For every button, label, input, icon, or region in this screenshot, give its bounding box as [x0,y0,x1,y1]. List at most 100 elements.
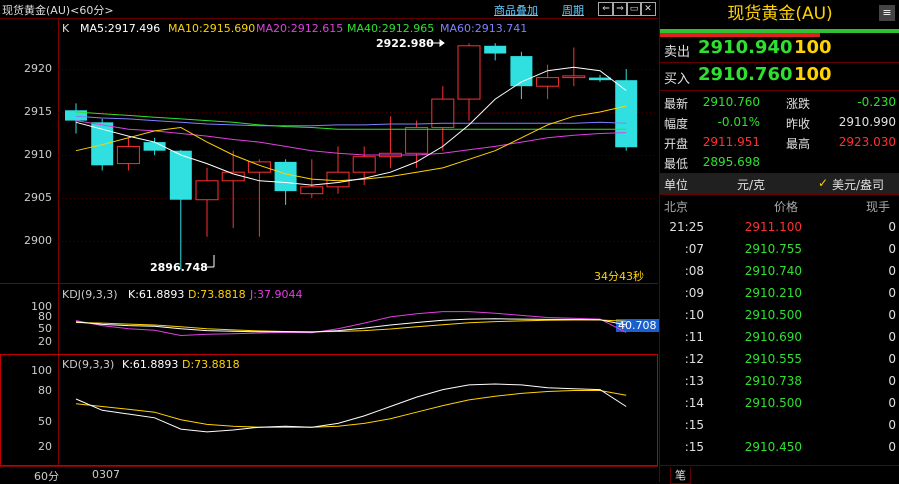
tick-time: :08 [684,264,704,278]
tick-price: 2911.100 [744,220,802,234]
kd-d-line [75,390,627,428]
tick-qty: 0 [888,220,896,234]
tick-row: :13 2910.738 0 [660,372,899,392]
stat-row: 幅度 -0.01% 昨收 2910.990 [660,113,899,133]
stat-value: 2911.951 [702,135,760,149]
sell-quantity: 100 [794,37,832,58]
menu-icon[interactable]: ≡ [879,5,895,21]
candle-up [221,150,245,229]
unit-label: 单位 [664,178,689,192]
candle-up [195,167,219,237]
tick-qty: 0 [888,352,896,366]
kline-chart[interactable] [0,0,658,482]
tick-row: :15 2910.450 0 [660,438,899,458]
sell-label: 卖出 [664,45,691,60]
tick-row: :11 2910.690 0 [660,328,899,348]
tick-header: 北京 价格 现手 [660,196,899,216]
stat-row: 最新 2910.760 涨跌 -0.230 [660,93,899,113]
stat-label: 最新 [664,97,689,111]
candle-up [405,120,429,168]
kdj-j-line [75,311,627,337]
stat-label: 昨收 [786,117,811,131]
tick-qty: 0 [888,242,896,256]
candle-down [510,51,533,100]
candle-down [484,43,507,61]
tick-qty: 0 [888,396,896,410]
tick-time: :12 [684,352,704,366]
tick-qty: 0 [888,440,896,454]
unit-bar: 单位 元/克 ✓ 美元/盎司 [660,173,899,195]
tick-row: :12 2910.555 0 [660,350,899,370]
tick-row: :15 0 [660,416,899,436]
tick-qty: 0 [888,308,896,322]
buy-quantity: 100 [794,64,832,85]
tick-row: :09 2910.210 0 [660,284,899,304]
stat-row: 最低 2895.698 [660,153,899,173]
tick-time: 21:25 [669,220,704,234]
tick-price: 2910.690 [744,330,802,344]
grid-lines [58,69,658,242]
stat-value: 2895.698 [702,155,760,169]
unit-option[interactable]: 美元/盎司 [832,176,884,193]
candle-up [247,159,271,237]
stat-value: -0.01% [717,115,760,129]
candle-down [169,149,192,270]
quote-panel: 现货黄金(AU) ≡ 卖出 2910.940 100 买入 2910.760 1… [659,0,899,484]
candle-down [65,103,87,134]
tick-price: 2910.210 [744,286,802,300]
stat-label: 幅度 [664,117,689,131]
buy-label: 买入 [664,72,691,87]
candle-up [457,43,481,121]
stat-label: 涨跌 [786,97,811,111]
check-icon: ✓ [818,176,829,190]
candle-up [116,137,140,171]
tick-qty: 0 [888,374,896,388]
tick-qty: 0 [888,330,896,344]
tick-price: 2910.500 [744,308,802,322]
tick-qty: 0 [888,286,896,300]
tick-row: 21:25 2911.100 0 [660,218,899,238]
tick-price: 2910.555 [744,352,802,366]
stat-label: 开盘 [664,137,689,151]
candle-down [615,69,638,151]
buy-price: 2910.760 [698,64,793,85]
tick-time: :10 [684,308,704,322]
buy-row: 买入 2910.760 100 [660,63,899,91]
tick-price: 2910.500 [744,396,802,410]
tick-header-qty: 现手 [866,200,891,214]
bottom-tabs: 笔 [660,465,899,484]
tick-row: :07 2910.755 0 [660,240,899,260]
tick-qty: 0 [888,418,896,432]
tick-price: 2910.755 [744,242,802,256]
stat-value: 2910.990 [838,115,896,129]
tick-price: 2910.740 [744,264,802,278]
tick-time: :07 [684,242,704,256]
trades-tab[interactable]: 笔 [670,467,691,484]
tick-qty: 0 [888,264,896,278]
tick-row: :08 2910.740 0 [660,262,899,282]
stat-label: 最低 [664,157,689,171]
tick-time: :09 [684,286,704,300]
tick-header-time: 北京 [664,200,689,214]
stat-value: -0.230 [857,95,896,109]
sell-price: 2910.940 [698,37,793,58]
stat-value: 2923.030 [838,135,896,149]
tick-time: :11 [684,330,704,344]
quote-title: 现货黄金(AU) [727,4,833,24]
tick-time: :13 [684,374,704,388]
stat-value: 2910.760 [702,95,760,109]
tick-time: :15 [684,418,704,432]
chart-frame [0,18,658,467]
candle-up [431,86,455,151]
tick-price: 2910.738 [744,374,802,388]
tick-time: :14 [684,396,704,410]
tick-price: 2910.450 [744,440,802,454]
tick-row: :14 2910.500 0 [660,394,899,414]
tick-time: :15 [684,440,704,454]
stat-label: 最高 [786,137,811,151]
tick-row: :10 2910.500 0 [660,306,899,326]
stat-row: 开盘 2911.951 最高 2923.030 [660,133,899,153]
tick-header-price: 价格 [774,200,799,214]
sell-row: 卖出 2910.940 100 [660,36,899,63]
unit-value[interactable]: 元/克 [737,176,765,193]
